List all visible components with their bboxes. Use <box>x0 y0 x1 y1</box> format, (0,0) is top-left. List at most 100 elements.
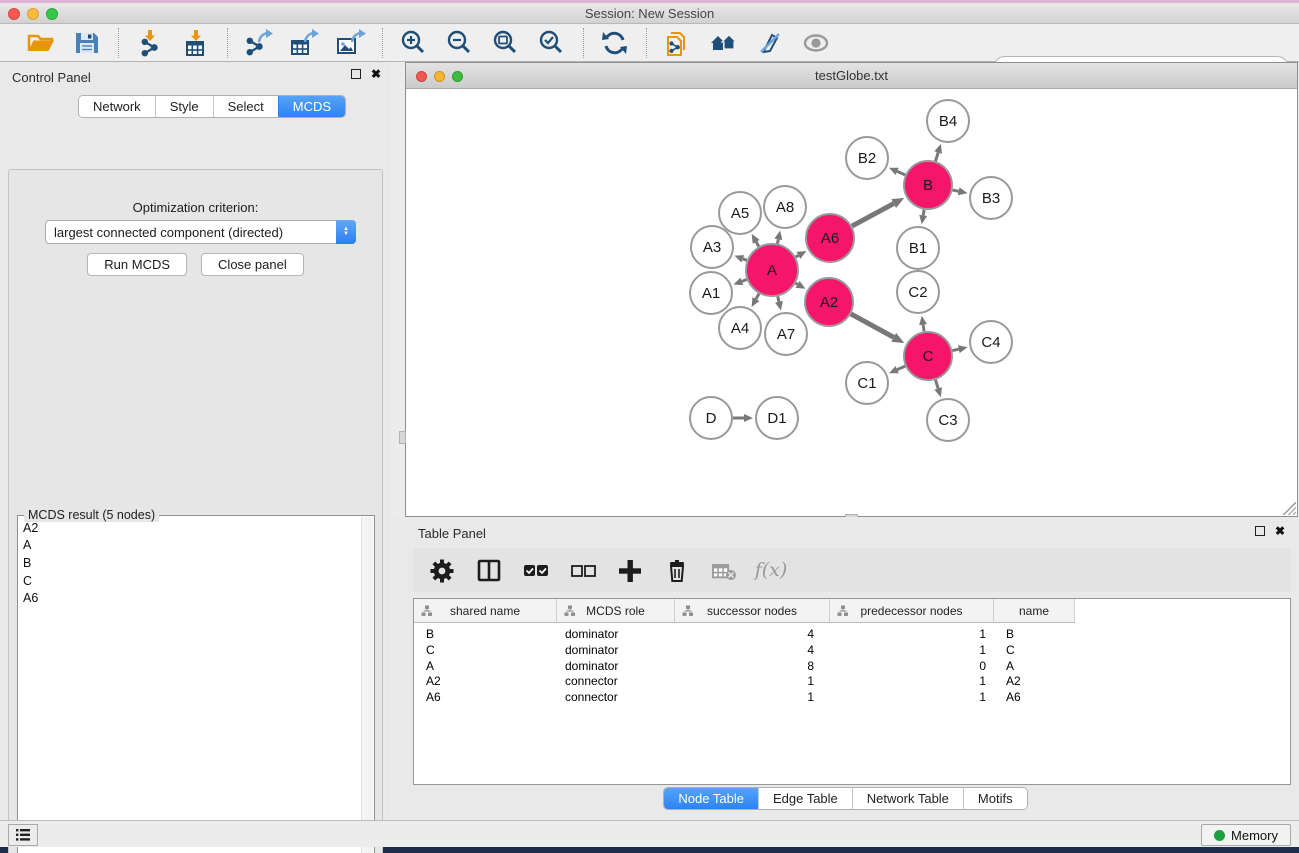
graph-edge[interactable] <box>935 380 938 389</box>
hierarchy-icon <box>421 605 433 617</box>
application-window: Session: New Session Control Panel ✖ Net… <box>0 0 1299 853</box>
graph-edge[interactable] <box>952 349 958 350</box>
table-tab-node-table[interactable]: Node Table <box>664 788 758 809</box>
table-tab-edge-table[interactable]: Edge Table <box>758 788 852 809</box>
node-label-C2: C2 <box>908 284 927 301</box>
tab-select[interactable]: Select <box>213 96 278 117</box>
add-column-icon[interactable] <box>615 555 645 585</box>
table-cell: 1 <box>830 673 994 689</box>
table-row[interactable]: Cdominator41C <box>414 642 1075 658</box>
tab-mcds[interactable]: MCDS <box>278 96 345 117</box>
result-list-item[interactable]: C <box>18 572 374 590</box>
result-list-item[interactable]: A2 <box>18 519 374 537</box>
table-row[interactable]: Adominator80A <box>414 658 1075 674</box>
node-label-A4: A4 <box>731 320 749 337</box>
panel-splitter-handle[interactable] <box>399 431 406 444</box>
tab-style[interactable]: Style <box>155 96 213 117</box>
import-network-icon[interactable] <box>133 28 167 58</box>
edge-arrowhead <box>934 144 942 154</box>
graph-edge[interactable] <box>897 366 905 370</box>
column-header-predecessor-nodes[interactable]: predecessor nodes <box>830 599 994 623</box>
network-canvas[interactable]: AA6A2BCA5A8A3A1A4A7B2B4B3B1C2C4C1C3DD1 <box>406 89 1297 516</box>
close-panel-button[interactable]: Close panel <box>201 253 304 276</box>
refresh-icon[interactable] <box>598 28 632 58</box>
graph-edge[interactable] <box>897 171 905 175</box>
export-table-icon[interactable] <box>288 28 322 58</box>
graph-edge[interactable] <box>851 314 894 337</box>
run-mcds-button[interactable]: Run MCDS <box>87 253 187 276</box>
table-cell: 0 <box>830 658 994 674</box>
optimization-criterion-select[interactable]: largest connected component (directed) ▲… <box>45 220 356 244</box>
result-list-item[interactable]: A6 <box>18 590 374 608</box>
result-scrollbar[interactable] <box>361 517 373 853</box>
table-tab-network-table[interactable]: Network Table <box>852 788 963 809</box>
float-panel-icon[interactable] <box>351 69 361 79</box>
table-float-panel-icon[interactable] <box>1255 526 1265 536</box>
network-maximize-button[interactable] <box>452 71 463 82</box>
table-cell: 4 <box>675 626 830 642</box>
column-header-successor-nodes[interactable]: successor nodes <box>675 599 830 623</box>
show-panels-button[interactable] <box>8 824 38 846</box>
result-list-item[interactable]: A <box>18 537 374 555</box>
delete-column-icon[interactable] <box>662 555 692 585</box>
result-list-item[interactable]: B <box>18 554 374 572</box>
network-close-button[interactable] <box>416 71 427 82</box>
graph-edge[interactable] <box>923 210 924 216</box>
graph-edge[interactable] <box>777 239 778 243</box>
graph-edge[interactable] <box>756 242 759 247</box>
graph-edge[interactable] <box>852 204 894 227</box>
hierarchy-icon <box>564 605 576 617</box>
home-icon[interactable] <box>707 28 741 58</box>
network-from-file-icon[interactable] <box>661 28 695 58</box>
column-header-name[interactable]: name <box>994 599 1075 623</box>
hide-annotations-icon[interactable] <box>753 28 787 58</box>
gear-icon[interactable] <box>427 555 457 585</box>
graph-edge[interactable] <box>796 283 798 284</box>
maximize-window-button[interactable] <box>46 8 58 20</box>
close-panel-icon[interactable]: ✖ <box>371 69 381 79</box>
graph-edge[interactable] <box>952 190 958 191</box>
node-label-B: B <box>923 177 933 194</box>
column-header-MCDS-role[interactable]: MCDS role <box>557 599 675 623</box>
graph-edge[interactable] <box>742 280 747 282</box>
graph-edge[interactable] <box>923 325 924 332</box>
export-network-icon[interactable] <box>242 28 276 58</box>
zoom-out-icon[interactable] <box>443 28 477 58</box>
zoom-in-icon[interactable] <box>397 28 431 58</box>
node-label-A: A <box>767 262 777 279</box>
table-cell: connector <box>557 689 675 705</box>
zoom-selected-icon[interactable] <box>535 28 569 58</box>
import-table-icon[interactable] <box>179 28 213 58</box>
export-image-icon[interactable] <box>334 28 368 58</box>
table-cell: A2 <box>414 673 557 689</box>
tab-network[interactable]: Network <box>79 96 155 117</box>
minimize-window-button[interactable] <box>27 8 39 20</box>
graph-edge[interactable] <box>756 294 759 299</box>
list-icon <box>15 828 31 842</box>
graph-edge[interactable] <box>778 296 779 301</box>
graph-edge[interactable] <box>796 255 799 257</box>
graph-edge[interactable] <box>743 259 747 261</box>
save-session-icon[interactable] <box>70 28 104 58</box>
table-row[interactable]: A2connector11A2 <box>414 673 1075 689</box>
window-resize-grip[interactable] <box>1283 502 1296 515</box>
show-graphics-icon[interactable] <box>799 28 833 58</box>
node-label-C: C <box>923 348 934 365</box>
table-tab-motifs[interactable]: Motifs <box>963 788 1027 809</box>
graph-edge[interactable] <box>935 152 938 161</box>
close-window-button[interactable] <box>8 8 20 20</box>
open-session-icon[interactable] <box>24 28 58 58</box>
memory-button[interactable]: Memory <box>1201 824 1291 846</box>
select-all-icon[interactable] <box>521 555 551 585</box>
deselect-all-icon[interactable] <box>568 555 598 585</box>
table-panel-title: Table Panel <box>418 526 486 541</box>
columns-icon[interactable] <box>474 555 504 585</box>
edge-arrowhead <box>744 414 753 422</box>
table-row[interactable]: A6connector11A6 <box>414 689 1075 705</box>
table-row[interactable]: Bdominator41B <box>414 626 1075 642</box>
network-window-titlebar: testGlobe.txt <box>406 63 1297 89</box>
column-header-shared-name[interactable]: shared name <box>414 599 557 623</box>
table-close-panel-icon[interactable]: ✖ <box>1275 526 1285 536</box>
zoom-fit-icon[interactable] <box>489 28 523 58</box>
network-minimize-button[interactable] <box>434 71 445 82</box>
